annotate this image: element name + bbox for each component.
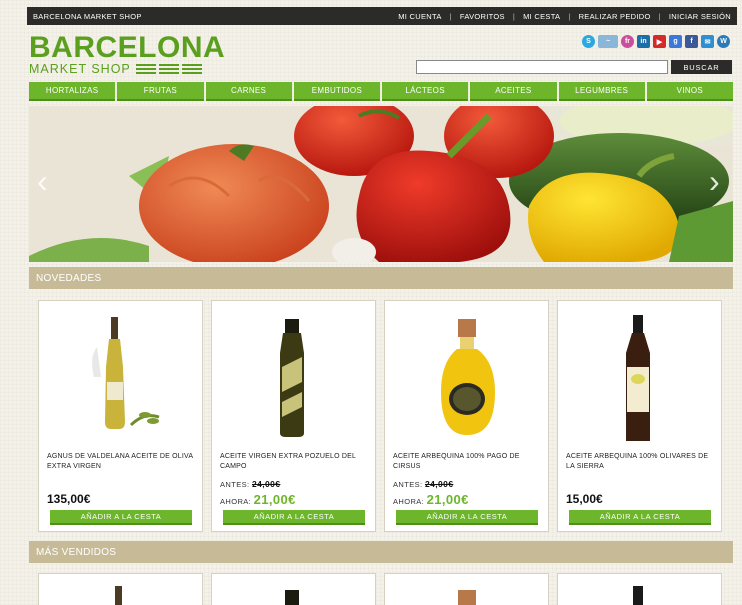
product-card[interactable]: ACEITE ARBEQUINA 100% OLIVARES DE LA SIE…: [557, 300, 722, 532]
product-image: [115, 586, 122, 605]
product-name[interactable]: ACEITE VIRGEN EXTRA POZUELO DEL CAMPO: [220, 452, 370, 472]
separator: |: [512, 11, 516, 21]
site-name: BARCELONA MARKET SHOP: [33, 11, 142, 21]
product-card[interactable]: [384, 573, 549, 605]
product-image: [458, 590, 476, 605]
add-to-cart-button[interactable]: AÑADIR A LA CESTA: [223, 510, 365, 525]
product-card[interactable]: [211, 573, 376, 605]
logo-title: BARCELONA: [29, 31, 226, 64]
place-order-link[interactable]: REALIZAR PEDIDO: [579, 12, 651, 21]
section-mas-vendidos: MÁS VENDIDOS: [29, 541, 733, 563]
product-card[interactable]: ACEITE VIRGEN EXTRA POZUELO DEL CAMPO AN…: [211, 300, 376, 532]
sale-price: AHORA: 21,00€: [220, 492, 296, 507]
old-price: ANTES: 24,00€: [393, 479, 454, 489]
product-name[interactable]: AGNUS DE VALDELANA ACEITE DE OLIVA EXTRA…: [47, 452, 197, 472]
separator: |: [449, 11, 452, 21]
my-account-link[interactable]: MI CUENTA: [398, 12, 441, 21]
site-logo[interactable]: BARCELONA MARKET SHOP: [29, 31, 226, 77]
slider-prev-arrow-icon[interactable]: ‹: [37, 165, 53, 197]
product-card[interactable]: AGNUS DE VALDELANA ACEITE DE OLIVA EXTRA…: [38, 300, 203, 532]
vegetables-banner-image: [29, 106, 733, 262]
top-bar: BARCELONA MARKET SHOP MI CUENTA | FAVORI…: [27, 7, 737, 25]
search-input[interactable]: [416, 60, 668, 74]
section-novedades: NOVEDADES: [29, 267, 733, 289]
product-image: [441, 319, 495, 435]
skype-icon[interactable]: S: [582, 35, 595, 48]
nav-item-carnes[interactable]: CARNES: [205, 82, 292, 101]
slider-next-arrow-icon[interactable]: ›: [709, 165, 725, 197]
add-to-cart-button[interactable]: AÑADIR A LA CESTA: [569, 510, 711, 525]
flickr-icon[interactable]: fr: [621, 35, 634, 48]
wordpress-icon[interactable]: W: [717, 35, 730, 48]
nav-item-legumbres[interactable]: LEGUMBRES: [558, 82, 645, 101]
separator: |: [658, 11, 661, 21]
product-image: [626, 315, 650, 441]
nav-item-aceites[interactable]: ACEITES: [470, 82, 557, 101]
nav-item-lacteos[interactable]: LÁCTEOS: [382, 82, 469, 101]
search-button[interactable]: BUSCAR: [671, 60, 732, 74]
youtube-icon[interactable]: ▶: [653, 35, 666, 48]
separator: |: [568, 11, 571, 21]
nav-item-frutas[interactable]: FRUTAS: [117, 82, 204, 101]
category-nav: HORTALIZAS FRUTAS CARNES EMBUTIDOS LÁCTE…: [29, 82, 733, 101]
account-links: MI CUENTA | FAVORITOS | MI CESTA | REALI…: [398, 12, 731, 21]
facebook-icon[interactable]: f: [685, 35, 698, 48]
product-name[interactable]: ACEITE ARBEQUINA 100% PAGO DE CIRSUS: [393, 452, 543, 472]
product-card[interactable]: ACEITE ARBEQUINA 100% PAGO DE CIRSUS ANT…: [384, 300, 549, 532]
nav-item-vinos[interactable]: VINOS: [646, 82, 733, 101]
my-cart-link[interactable]: MI CESTA: [523, 12, 560, 21]
sale-price: AHORA: 21,00€: [393, 492, 469, 507]
google-plus-icon[interactable]: g: [669, 35, 682, 48]
logo-bars-icon: [135, 64, 202, 74]
old-price: ANTES: 24,00€: [220, 479, 281, 489]
nav-item-hortalizas[interactable]: HORTALIZAS: [29, 82, 116, 101]
product-image: [633, 586, 643, 605]
product-card[interactable]: [557, 573, 722, 605]
product-image: [285, 590, 299, 605]
add-to-cart-button[interactable]: AÑADIR A LA CESTA: [50, 510, 192, 525]
rss-icon[interactable]: ~: [598, 35, 618, 48]
social-icons: S ~ fr in ▶ g f ✉ W: [582, 35, 730, 48]
linkedin-icon[interactable]: in: [637, 35, 650, 48]
add-to-cart-button[interactable]: AÑADIR A LA CESTA: [396, 510, 538, 525]
product-image: [92, 317, 160, 429]
favorites-link[interactable]: FAVORITOS: [460, 12, 505, 21]
product-price: 135,00€: [47, 492, 91, 506]
product-image: [280, 319, 304, 437]
email-icon[interactable]: ✉: [701, 35, 714, 48]
product-name[interactable]: ACEITE ARBEQUINA 100% OLIVARES DE LA SIE…: [566, 452, 716, 472]
search-bar: BUSCAR: [416, 60, 732, 74]
logo-subtitle: MARKET SHOP: [29, 62, 131, 76]
product-card[interactable]: [38, 573, 203, 605]
product-price: 15,00€: [566, 492, 603, 506]
hero-slider: ‹ ›: [29, 106, 733, 262]
nav-item-embutidos[interactable]: EMBUTIDOS: [293, 82, 380, 101]
login-link[interactable]: INICIAR SESIÓN: [669, 12, 731, 21]
